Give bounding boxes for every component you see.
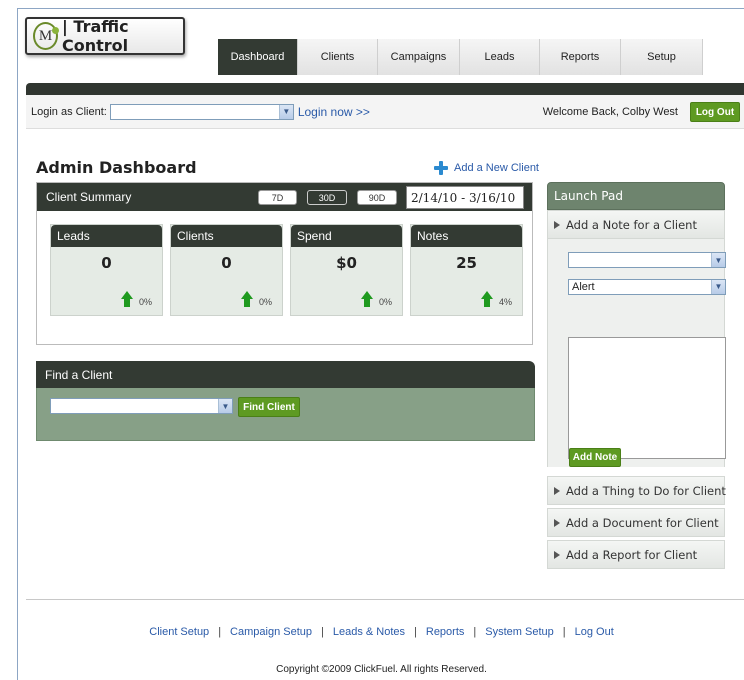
stat-change: 4% — [498, 297, 512, 307]
up-arrow-icon — [240, 291, 253, 307]
up-arrow-icon — [480, 291, 493, 307]
chevron-down-icon: ▼ — [711, 253, 725, 267]
copyright: Copyright ©2009 ClickFuel. All rights Re… — [276, 664, 487, 675]
plus-icon — [434, 161, 448, 175]
footer-link-log-out[interactable]: Log Out — [575, 626, 614, 638]
stat-trend: 0% — [120, 291, 152, 307]
header-bar — [26, 83, 744, 95]
launch-item-list: Add a Thing to Do for Client Add a Docum… — [547, 476, 726, 569]
footer-divider — [26, 599, 744, 600]
stat-change: 0% — [378, 297, 392, 307]
login-as-client-label: Login as Client: — [31, 105, 107, 118]
chevron-down-icon: ▼ — [278, 104, 293, 119]
launch-item-label: Add a Note for a Client — [566, 217, 697, 232]
footer-link-reports[interactable]: Reports — [426, 626, 465, 638]
range-7d-button[interactable]: 7D — [258, 190, 297, 205]
tab-campaigns[interactable]: Campaigns — [378, 39, 460, 75]
footer-separator: | — [473, 626, 477, 638]
footer-links: Client Setup | Campaign Setup | Leads & Note… — [18, 626, 744, 638]
note-client-select[interactable]: ▼ — [568, 252, 726, 268]
stat-change: 0% — [138, 297, 152, 307]
stat-card-clients[interactable]: Clients 0 0% — [170, 224, 283, 316]
stat-change: 0% — [258, 297, 272, 307]
client-summary-header: Client Summary 7D 30D 90D 2/14/10 - 3/16… — [37, 183, 532, 211]
add-note-button[interactable]: Add Note — [569, 448, 621, 467]
stat-trend: 0% — [240, 291, 272, 307]
triangle-right-icon — [554, 550, 560, 559]
stat-label: Clients — [171, 225, 282, 247]
launch-item-add-report[interactable]: Add a Report for Client — [547, 540, 725, 569]
up-arrow-icon — [120, 291, 133, 307]
tab-reports[interactable]: Reports — [540, 39, 621, 75]
range-90d-button[interactable]: 90D — [357, 190, 397, 205]
launch-item-add-document[interactable]: Add a Document for Client — [547, 508, 725, 537]
login-now-link[interactable]: Login now >> — [298, 105, 370, 119]
launch-item-add-todo[interactable]: Add a Thing to Do for Client — [547, 476, 726, 505]
stat-trend: 4% — [480, 291, 512, 307]
tab-clients[interactable]: Clients — [298, 39, 378, 75]
launch-item-label: Add a Thing to Do for Client — [566, 483, 726, 498]
note-type-select-value: Alert — [572, 281, 595, 293]
logo[interactable]: M | Traffic Control — [25, 17, 185, 55]
launch-item-add-note[interactable]: Add a Note for a Client — [547, 210, 725, 239]
logo-icon: M — [33, 22, 59, 50]
tab-dashboard[interactable]: Dashboard — [218, 39, 298, 75]
up-arrow-icon — [360, 291, 373, 307]
stat-value: 25 — [456, 254, 477, 272]
logo-text: | Traffic Control — [62, 17, 129, 55]
triangle-right-icon — [554, 518, 560, 527]
launch-item-label: Add a Report for Client — [566, 547, 698, 562]
logo-letter: M — [38, 27, 53, 44]
stat-label: Notes — [411, 225, 522, 247]
login-bar: Login as Client: ▼ Login now >> Welcome … — [26, 95, 744, 129]
note-textarea[interactable] — [568, 337, 726, 459]
find-client-body: ▼ Find Client — [36, 388, 535, 441]
app-frame: M | Traffic Control Dashboard Clients Ca… — [17, 8, 744, 680]
chevron-down-icon: ▼ — [711, 280, 725, 294]
date-range-field[interactable]: 2/14/10 - 3/16/10 — [406, 186, 524, 209]
stat-card-leads[interactable]: Leads 0 0% — [50, 224, 163, 316]
find-client-header: Find a Client — [36, 361, 535, 388]
triangle-right-icon — [554, 220, 560, 229]
add-client-link[interactable]: Add a New Client — [434, 161, 539, 175]
tab-leads[interactable]: Leads — [460, 39, 540, 75]
stat-label: Spend — [291, 225, 402, 247]
note-type-select[interactable]: Alert ▼ — [568, 279, 726, 295]
launch-item-label: Add a Document for Client — [566, 515, 719, 530]
client-summary-title: Client Summary — [46, 190, 132, 204]
chevron-down-icon: ▼ — [218, 399, 232, 413]
find-client-select[interactable]: ▼ — [50, 398, 233, 414]
stat-label: Leads — [51, 225, 162, 247]
tab-setup[interactable]: Setup — [621, 39, 703, 75]
welcome-message: Welcome Back, Colby West — [542, 105, 678, 118]
launch-pad-header: Launch Pad — [547, 182, 725, 210]
find-client-button[interactable]: Find Client — [238, 397, 300, 417]
triangle-right-icon — [554, 486, 560, 495]
footer-separator: | — [218, 626, 222, 638]
add-client-label: Add a New Client — [454, 162, 539, 174]
range-30d-button[interactable]: 30D — [307, 190, 347, 205]
login-client-select[interactable]: ▼ — [109, 103, 294, 120]
footer-link-system-setup[interactable]: System Setup — [485, 626, 553, 638]
footer-link-client-setup[interactable]: Client Setup — [149, 626, 209, 638]
main-nav: Dashboard Clients Campaigns Leads Report… — [218, 39, 703, 75]
footer-separator: | — [321, 626, 324, 638]
stat-value: 0 — [221, 254, 232, 272]
footer-separator: | — [562, 626, 566, 638]
stat-trend: 0% — [360, 291, 392, 307]
footer-link-campaign-setup[interactable]: Campaign Setup — [230, 626, 312, 638]
add-note-form: ▼ Alert ▼ — [547, 239, 726, 467]
stat-card-spend[interactable]: Spend $0 0% — [290, 224, 403, 316]
logout-button[interactable]: Log Out — [690, 102, 740, 122]
stat-value: $0 — [336, 254, 357, 272]
footer-separator: | — [414, 626, 417, 638]
stat-card-notes[interactable]: Notes 25 4% — [410, 224, 523, 316]
footer-link-leads-notes[interactable]: Leads & Notes — [333, 626, 405, 638]
page-title: Admin Dashboard — [36, 158, 197, 177]
find-client-panel: Find a Client ▼ Find Client — [36, 361, 535, 443]
stat-value: 0 — [101, 254, 112, 272]
launch-pad: Launch Pad Add a Note for a Client ▼ Ale… — [547, 182, 726, 570]
